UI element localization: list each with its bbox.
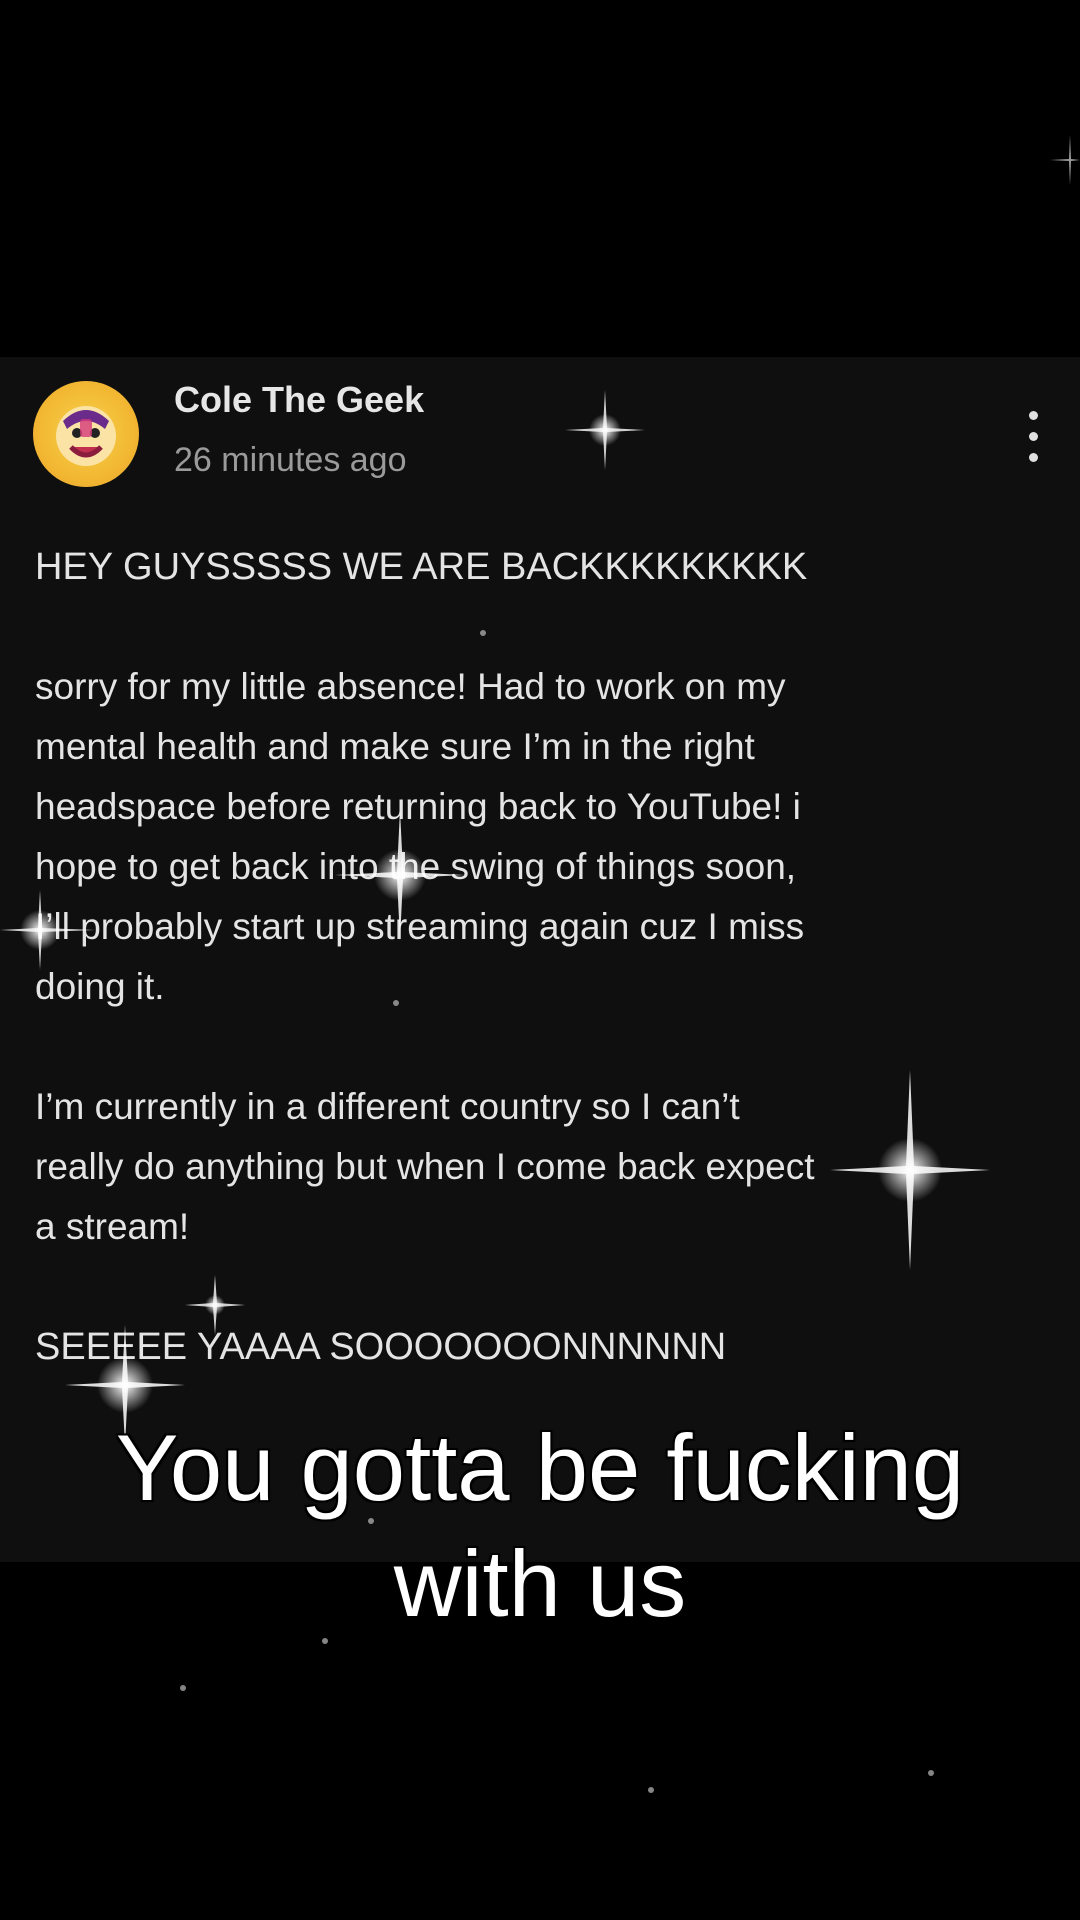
caption-line: You gotta be fucking — [115, 1415, 965, 1520]
post-line: sorry for my little absence! Had to work… — [35, 666, 786, 707]
post-line: really do anything but when I come back … — [35, 1146, 815, 1187]
star-dot — [480, 630, 486, 636]
cartoon-avatar-icon[interactable] — [33, 381, 139, 487]
post-line: mental health and make sure I’m in the r… — [35, 726, 755, 767]
star-dot — [393, 1000, 399, 1006]
post-line: headspace before returning back to YouTu… — [35, 786, 801, 827]
star-dot — [648, 1787, 654, 1793]
post-line: I’ll probably start up streaming again c… — [35, 906, 805, 947]
screen: Cole The Geek 26 minutes ago HEY GUYSSSS… — [0, 0, 1080, 1920]
post-line: a stream! — [35, 1206, 190, 1247]
post-timestamp: 26 minutes ago — [174, 441, 407, 479]
caption-line: with us — [393, 1531, 687, 1636]
post-body: HEY GUYSSSSS WE ARE BACKKKKKKKKK sorry f… — [35, 537, 1045, 1377]
video-caption: You gotta be fucking with us — [0, 1410, 1080, 1642]
author-name[interactable]: Cole The Geek — [174, 379, 424, 421]
more-vertical-icon[interactable] — [1014, 405, 1054, 469]
community-post-card: Cole The Geek 26 minutes ago HEY GUYSSSS… — [0, 357, 1080, 1562]
post-line: HEY GUYSSSSS WE ARE BACKKKKKKKKK — [35, 546, 808, 588]
post-line: I’m currently in a different country so … — [35, 1086, 740, 1127]
sparkle-icon — [1050, 135, 1080, 185]
star-dot — [180, 1685, 186, 1691]
post-line: SEEEEE YAAAA SOOOOOOONNNNNN — [35, 1326, 727, 1368]
post-line: doing it. — [35, 966, 165, 1007]
star-dot — [928, 1770, 934, 1776]
post-line: hope to get back into the swing of thing… — [35, 846, 797, 887]
